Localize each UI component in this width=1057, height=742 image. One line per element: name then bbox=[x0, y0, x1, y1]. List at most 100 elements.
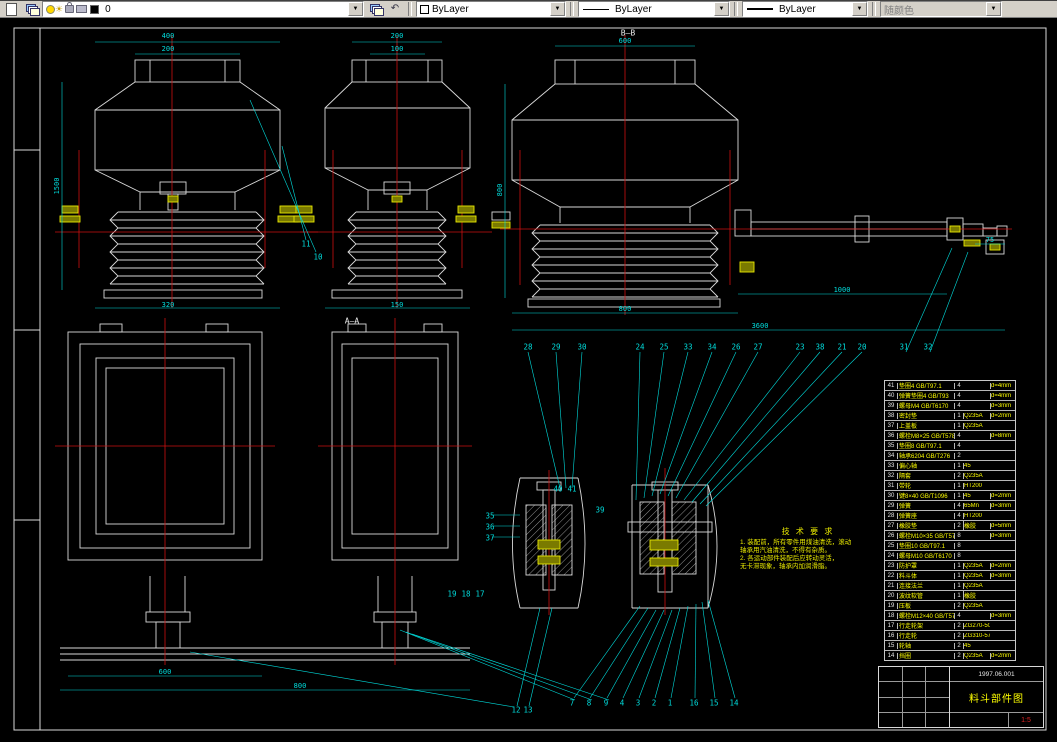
parts-cell: 密封垫 bbox=[899, 414, 918, 420]
parts-cell: 38 bbox=[885, 412, 898, 419]
new-file-button[interactable] bbox=[2, 1, 20, 17]
parts-cell: 行走轮架 bbox=[899, 624, 924, 630]
parts-cell: 螺母M10 GB/T6170 bbox=[899, 554, 952, 560]
layer-previous-button[interactable]: ↶ bbox=[386, 1, 404, 17]
parts-cell: 弹簧座 bbox=[899, 514, 918, 520]
parts-cell: 40 bbox=[885, 392, 898, 399]
parts-cell: d=2mm bbox=[990, 562, 1015, 569]
undo-arrow-icon: ↶ bbox=[390, 3, 400, 14]
linetype-dropdown[interactable]: ByLayer ▼ bbox=[578, 1, 730, 17]
parts-cell: 1 bbox=[954, 592, 963, 599]
parts-cell: 弹簧 bbox=[899, 504, 912, 510]
parts-cell: Q235A bbox=[963, 412, 990, 419]
toolbar-separator bbox=[408, 2, 412, 16]
parts-cell: 20 bbox=[885, 592, 898, 599]
parts-cell: 33 bbox=[885, 462, 898, 469]
object-properties-toolbar: ☀ 0 ▼ ↶ ByLayer ▼ ByLayer ▼ ByLayer ▼ 随颜… bbox=[0, 0, 1057, 18]
parts-cell: d=3mm bbox=[990, 572, 1015, 579]
parts-cell: 1 bbox=[954, 582, 963, 589]
parts-cell: 1 bbox=[954, 562, 963, 569]
parts-table-row: 17行走轮架 2ZG270-500 bbox=[885, 621, 1015, 631]
parts-table-row: 34 轴承6204 GB/T276 2 bbox=[885, 451, 1015, 461]
parts-cell: 39 bbox=[885, 402, 898, 409]
layer-color-swatch[interactable] bbox=[90, 4, 100, 14]
layer-plot-icon[interactable] bbox=[76, 5, 88, 13]
parts-cell: 19 bbox=[885, 602, 898, 609]
notes-line: 2. 各运动部件装配后应转动灵活， bbox=[740, 555, 839, 562]
parts-cell: 1 bbox=[954, 482, 963, 489]
parts-cell: 2 bbox=[954, 622, 963, 629]
parts-table-row: 18螺栓M12×40 GB/T57834 d=3mm bbox=[885, 611, 1015, 621]
drawing-number: 1997.06.001 bbox=[950, 667, 1043, 682]
parts-cell: Q235A bbox=[963, 602, 990, 609]
parts-table-row: 24 螺母M10 GB/T6170 8 bbox=[885, 551, 1015, 561]
parts-cell: 37 bbox=[885, 422, 898, 429]
parts-cell: HT200 bbox=[963, 482, 990, 489]
layer-dropdown-arrow[interactable]: ▼ bbox=[348, 2, 363, 16]
layers-icon bbox=[25, 4, 40, 16]
current-plotstyle-value: 随颜色 bbox=[884, 5, 914, 17]
parts-cell: 隔套 bbox=[899, 474, 912, 480]
parts-table-row: 23 防护罩 1 Q235A d=2mm bbox=[885, 561, 1015, 571]
parts-table-row: 40 弹簧垫圈4 GB/T93 4 d=4mm bbox=[885, 391, 1015, 401]
parts-table-row: 15 轮轴 2 45 bbox=[885, 641, 1015, 651]
current-lineweight-value: ByLayer bbox=[779, 3, 816, 15]
parts-cell: 18 bbox=[885, 612, 898, 619]
parts-cell: 垫圈4 GB/T97.1 bbox=[899, 384, 942, 390]
layer-dropdown[interactable]: ☀ 0 ▼ bbox=[42, 1, 364, 17]
linetype-dropdown-arrow[interactable]: ▼ bbox=[714, 2, 729, 16]
parts-cell: 15 bbox=[885, 642, 898, 649]
parts-cell: 4 bbox=[954, 512, 963, 519]
parts-cell: Q235A bbox=[963, 572, 990, 579]
parts-cell: 25 bbox=[885, 542, 898, 549]
plotstyle-dropdown: 随颜色 ▼ bbox=[880, 1, 1002, 17]
parts-cell: ZG310-570 bbox=[963, 632, 990, 639]
make-object-layer-current-button[interactable] bbox=[366, 1, 384, 17]
parts-table-row: 38 密封垫 1 Q235A d=2mm bbox=[885, 411, 1015, 421]
parts-cell: d=4mm bbox=[990, 392, 1015, 399]
lineweight-dropdown-arrow[interactable]: ▼ bbox=[852, 2, 867, 16]
parts-cell: 45 bbox=[963, 642, 990, 649]
layer-lock-icon[interactable] bbox=[65, 2, 75, 13]
color-dropdown-arrow[interactable]: ▼ bbox=[550, 2, 565, 16]
color-dropdown[interactable]: ByLayer ▼ bbox=[416, 1, 566, 17]
parts-cell: 螺栓M12×40 GB/T5783 bbox=[899, 614, 954, 620]
parts-cell: 偏心轴 bbox=[899, 464, 918, 470]
parts-cell: 30 bbox=[885, 492, 898, 499]
parts-cell: 1 bbox=[954, 412, 963, 419]
parts-cell: 4 bbox=[954, 402, 963, 409]
parts-cell: 8 bbox=[954, 552, 963, 559]
parts-cell: 34 bbox=[885, 452, 898, 459]
layer-properties-button[interactable] bbox=[22, 1, 40, 17]
parts-table-row: 16行走轮 2ZG310-570 bbox=[885, 631, 1015, 641]
layer-on-bulb-icon[interactable] bbox=[46, 4, 55, 14]
title-block-cell bbox=[950, 713, 1009, 727]
parts-cell: 32 bbox=[885, 472, 898, 479]
lineweight-dropdown[interactable]: ByLayer ▼ bbox=[742, 1, 868, 17]
parts-cell: 4 bbox=[954, 432, 963, 439]
linetype-preview-icon bbox=[583, 8, 609, 10]
parts-cell: 行走轮 bbox=[899, 634, 918, 640]
parts-cell: 防护罩 bbox=[899, 564, 918, 570]
parts-cell: 挡圈 bbox=[899, 654, 912, 660]
parts-table-row: 33 偏心轴 1 45 bbox=[885, 461, 1015, 471]
cad-application-window: ☀ 0 ▼ ↶ ByLayer ▼ ByLayer ▼ ByLayer ▼ 随颜… bbox=[0, 0, 1057, 742]
parts-cell: 螺母M4 GB/T6170 bbox=[899, 404, 949, 410]
parts-cell: 4 bbox=[954, 442, 963, 449]
parts-cell: 8 bbox=[954, 532, 963, 539]
parts-table-row: 29 弹簧 4 65Mn d=3mm bbox=[885, 501, 1015, 511]
parts-cell: d=2mm bbox=[990, 652, 1015, 659]
parts-table-row: 37 上盖板 1 Q235A bbox=[885, 421, 1015, 431]
parts-table: 4 1 垫圈4 GB/T97.1 4 d=4mm 40 弹簧垫圈4 GB/T93 4 d=4mm… bbox=[884, 380, 1016, 661]
parts-cell: ZG270-500 bbox=[963, 622, 990, 629]
parts-cell: 连接法兰 bbox=[899, 584, 924, 590]
layer-freeze-sun-icon[interactable]: ☀ bbox=[55, 4, 63, 14]
parts-cell: 4 bbox=[954, 502, 963, 509]
parts-cell: d=2mm bbox=[990, 412, 1015, 419]
color-swatch bbox=[420, 4, 429, 14]
parts-cell: 垫圈8 GB/T97.1 bbox=[899, 444, 942, 450]
title-block-bottom-row: 1:5 bbox=[950, 712, 1043, 727]
layers-icon bbox=[369, 4, 384, 16]
parts-cell: 2 bbox=[954, 642, 963, 649]
parts-table-row: 31 带轮 1 HT200 bbox=[885, 481, 1015, 491]
